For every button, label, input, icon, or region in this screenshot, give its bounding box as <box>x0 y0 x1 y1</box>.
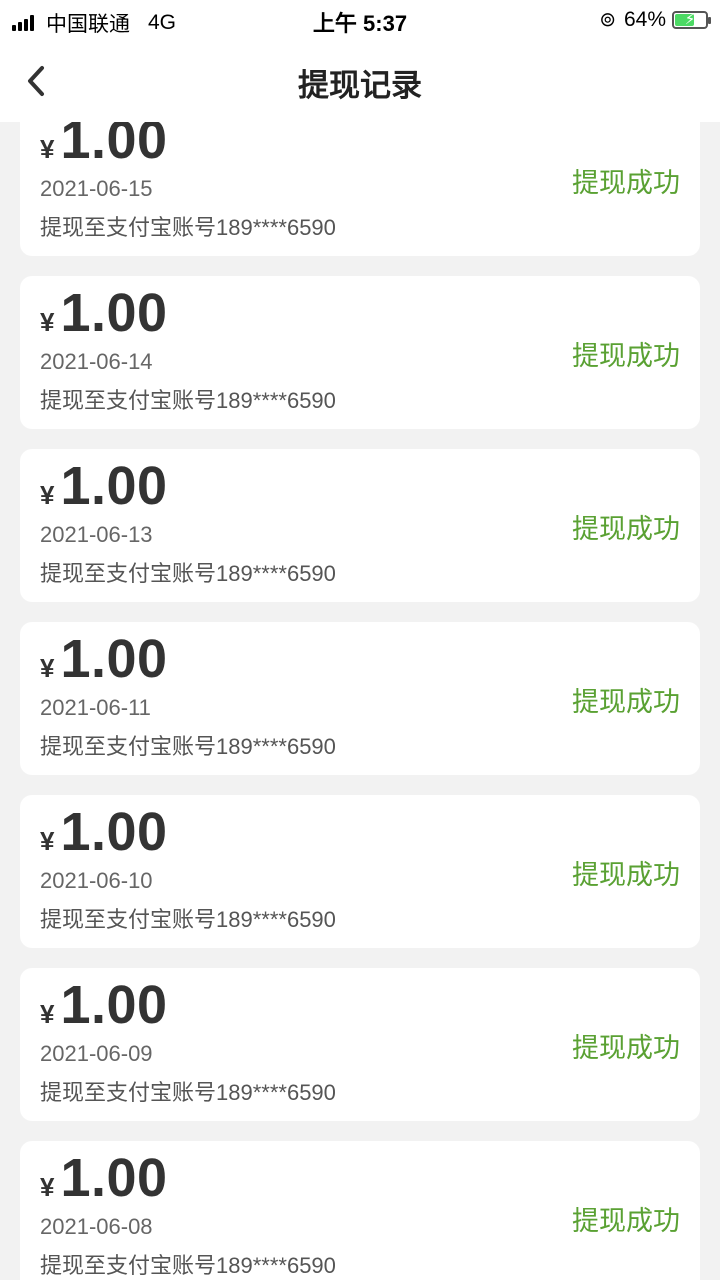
record-card[interactable]: ¥1.00 2021-06-09 提现至支付宝账号189****6590 提现成功 <box>20 968 700 1121</box>
record-description: 提现至支付宝账号189****6590 <box>40 388 336 413</box>
status-bar-right: ⊚ 64% ⚡ <box>599 7 711 32</box>
record-amount: ¥1.00 <box>40 628 168 690</box>
record-amount: ¥1.00 <box>40 122 168 171</box>
amount-value: 1.00 <box>60 975 168 1035</box>
currency-symbol: ¥ <box>40 653 55 683</box>
currency-symbol: ¥ <box>40 134 55 164</box>
currency-symbol: ¥ <box>40 1172 55 1202</box>
record-amount: ¥1.00 <box>40 282 168 344</box>
record-date: 2021-06-11 <box>40 695 151 720</box>
record-status: 提现成功 <box>572 1033 680 1063</box>
charging-bolt-icon: ⚡ <box>684 10 696 28</box>
record-amount: ¥1.00 <box>40 455 168 517</box>
record-date: 2021-06-09 <box>40 1041 153 1066</box>
currency-symbol: ¥ <box>40 480 55 510</box>
record-description: 提现至支付宝账号189****6590 <box>40 734 336 759</box>
record-description: 提现至支付宝账号189****6590 <box>40 1253 336 1278</box>
record-description: 提现至支付宝账号189****6590 <box>40 1080 336 1105</box>
record-description: 提现至支付宝账号189****6590 <box>40 561 336 586</box>
battery-icon: ⚡ <box>672 10 711 29</box>
page-title: 提现记录 <box>298 68 422 103</box>
amount-value: 1.00 <box>60 122 168 170</box>
withdrawal-record-list[interactable]: ¥1.00 2021-06-15 提现至支付宝账号189****6590 提现成功 ¥1… <box>0 122 720 1280</box>
orientation-lock-icon: ⊚ <box>599 9 616 31</box>
record-card[interactable]: ¥1.00 2021-06-11 提现至支付宝账号189****6590 提现成功 <box>20 622 700 775</box>
record-date: 2021-06-14 <box>40 349 153 374</box>
record-card[interactable]: ¥1.00 2021-06-10 提现至支付宝账号189****6590 提现成功 <box>20 795 700 948</box>
record-description: 提现至支付宝账号189****6590 <box>40 907 336 932</box>
currency-symbol: ¥ <box>40 999 55 1029</box>
record-status: 提现成功 <box>572 687 680 717</box>
record-amount: ¥1.00 <box>40 801 168 863</box>
currency-symbol: ¥ <box>40 307 55 337</box>
record-amount: ¥1.00 <box>40 1147 168 1209</box>
record-date: 2021-06-10 <box>40 868 153 893</box>
amount-value: 1.00 <box>60 456 168 516</box>
record-status: 提现成功 <box>572 860 680 890</box>
record-description: 提现至支付宝账号189****6590 <box>40 215 336 240</box>
record-card[interactable]: ¥1.00 2021-06-08 提现至支付宝账号189****6590 提现成功 <box>20 1141 700 1280</box>
record-card[interactable]: ¥1.00 2021-06-13 提现至支付宝账号189****6590 提现成功 <box>20 449 700 602</box>
amount-value: 1.00 <box>60 283 168 343</box>
amount-value: 1.00 <box>60 802 168 862</box>
currency-symbol: ¥ <box>40 826 55 856</box>
record-date: 2021-06-08 <box>40 1214 153 1239</box>
record-status: 提现成功 <box>572 514 680 544</box>
record-date: 2021-06-15 <box>40 176 153 201</box>
battery-percent: 64% <box>623 7 666 31</box>
record-status: 提现成功 <box>572 1206 680 1236</box>
amount-value: 1.00 <box>60 1148 168 1208</box>
amount-value: 1.00 <box>60 629 168 689</box>
record-status: 提现成功 <box>572 341 680 371</box>
record-card[interactable]: ¥1.00 2021-06-14 提现至支付宝账号189****6590 提现成功 <box>20 276 700 429</box>
status-bar: 中国联通 4G 上午 5:37 ⊚ 64% ⚡ <box>0 0 720 40</box>
record-amount: ¥1.00 <box>40 974 168 1036</box>
nav-bar: 提现记录 <box>0 40 720 122</box>
record-status: 提现成功 <box>572 168 680 198</box>
record-card[interactable]: ¥1.00 2021-06-15 提现至支付宝账号189****6590 提现成功 <box>20 122 700 256</box>
record-date: 2021-06-13 <box>40 522 153 547</box>
withdrawal-record-list-inner: ¥1.00 2021-06-15 提现至支付宝账号189****6590 提现成功 ¥1… <box>0 122 720 1280</box>
